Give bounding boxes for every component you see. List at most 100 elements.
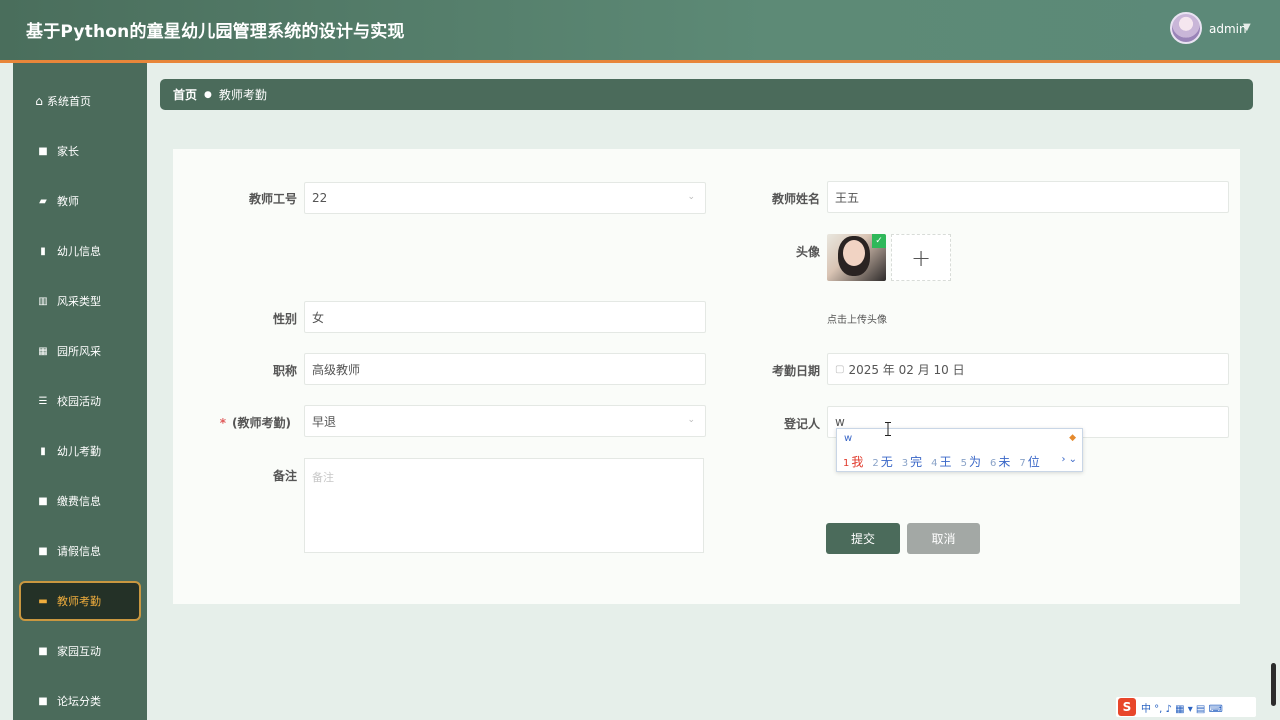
ime-candidate[interactable]: 7位 bbox=[1019, 453, 1039, 470]
ime-candidate-text: 无 bbox=[880, 455, 893, 469]
ime-candidate-text: 位 bbox=[1027, 455, 1040, 469]
sidebar-item[interactable]: ▥ 风采类型 bbox=[13, 281, 147, 321]
sidebar-item[interactable]: ▮ 幼儿信息 bbox=[13, 231, 147, 271]
sidebar-item[interactable]: ⌂ 系统首页 bbox=[13, 81, 147, 121]
attendance-label-text: (教师考勤) bbox=[232, 416, 291, 430]
calendar-icon: ▢ bbox=[835, 363, 845, 375]
remark-textarea[interactable]: 备注 bbox=[304, 458, 704, 553]
gender-label: 性别 bbox=[272, 312, 297, 326]
table-icon: ▦ bbox=[38, 345, 48, 357]
remark-label: 备注 bbox=[272, 469, 297, 483]
avatar-label: 头像 bbox=[795, 245, 820, 259]
sidebar-item-label: 校园活动 bbox=[57, 395, 101, 408]
sidebar-item[interactable]: ▦ 园所风采 bbox=[13, 331, 147, 371]
title-value: 高级教师 bbox=[312, 362, 361, 377]
sidebar-item[interactable]: ■ 论坛分类 bbox=[13, 681, 147, 720]
ime-candidate-number: 2 bbox=[872, 458, 879, 469]
sogou-logo-icon[interactable]: S bbox=[1118, 698, 1136, 716]
sidebar-item-label: 请假信息 bbox=[57, 545, 101, 558]
sidebar-item[interactable]: ☰ 校园活动 bbox=[13, 381, 147, 421]
sidebar-item-label: 园所风采 bbox=[57, 345, 101, 358]
cup-icon: ▬ bbox=[38, 595, 48, 607]
attendance-label: * (教师考勤) bbox=[210, 414, 291, 431]
sidebar-item-label: 系统首页 bbox=[47, 95, 91, 108]
ime-candidate-number: 6 bbox=[989, 458, 997, 469]
breadcrumb-current: 教师考勤 bbox=[218, 88, 267, 102]
caret-down-icon[interactable]: ▼ bbox=[1243, 22, 1251, 33]
registrar-label: 登记人 bbox=[783, 417, 820, 431]
attendance-select[interactable]: 早退 ⌄ bbox=[304, 405, 706, 437]
ime-logo-icon: ◆ bbox=[1069, 433, 1076, 443]
sidebar-item-label: 论坛分类 bbox=[57, 695, 101, 708]
teacher-name-value: 王五 bbox=[835, 190, 860, 205]
ime-toolbar-icons[interactable]: 中 °, ♪ ▦ ▾ ▤ ⌨ bbox=[1141, 700, 1223, 715]
date-value: 2025 年 02 月 10 日 bbox=[848, 362, 965, 377]
list-icon: ☰ bbox=[38, 395, 48, 407]
header-accent-line bbox=[0, 60, 1280, 63]
bar-chart-icon: ▥ bbox=[38, 295, 48, 307]
sidebar-item-label: 家园互动 bbox=[57, 645, 101, 658]
sidebar-item-label: 幼儿信息 bbox=[57, 245, 101, 258]
sidebar-item[interactable]: ■ 缴费信息 bbox=[13, 481, 147, 521]
gender-field[interactable]: 女 bbox=[304, 301, 706, 333]
ime-toolbar[interactable]: S 中 °, ♪ ▦ ▾ ▤ ⌨ bbox=[1116, 697, 1256, 717]
app-title: 基于Python的童星幼儿园管理系统的设计与实现 bbox=[26, 22, 405, 42]
breadcrumb-home[interactable]: 首页 bbox=[173, 86, 197, 103]
avatar-thumbnail[interactable]: ✓ bbox=[827, 234, 886, 281]
clipboard-icon: ▮ bbox=[40, 245, 46, 257]
ime-candidate[interactable]: 1我 bbox=[843, 453, 863, 470]
grid-icon: ■ bbox=[38, 495, 48, 507]
upload-button[interactable]: + bbox=[891, 234, 951, 281]
grid-icon: ■ bbox=[38, 545, 48, 557]
cancel-button[interactable]: 取消 bbox=[907, 523, 980, 554]
ime-candidate-number: 1 bbox=[843, 458, 850, 469]
sidebar-item-label: 幼儿考勤 bbox=[57, 445, 101, 458]
teacher-id-select[interactable]: 22 ⌄ bbox=[304, 182, 706, 214]
sidebar-item[interactable]: ■ 家园互动 bbox=[13, 631, 147, 671]
title-field[interactable]: 高级教师 bbox=[304, 353, 706, 385]
ime-candidate-number: 3 bbox=[901, 458, 909, 469]
sidebar-item[interactable]: ▬ 教师考勤 bbox=[19, 581, 141, 621]
registrar-value: w bbox=[835, 415, 845, 429]
sidebar-item-label: 缴费信息 bbox=[57, 495, 101, 508]
sidebar-item[interactable]: ■ 家长 bbox=[13, 131, 147, 171]
text-cursor-icon bbox=[885, 422, 891, 436]
ime-candidate[interactable]: 3完 bbox=[902, 453, 922, 470]
gender-value: 女 bbox=[312, 310, 325, 325]
book-icon: ▮ bbox=[40, 445, 46, 457]
sidebar-item[interactable]: ▰ 教师 bbox=[13, 181, 147, 221]
sidebar-item[interactable]: ■ 请假信息 bbox=[13, 531, 147, 571]
ime-candidate[interactable]: 5为 bbox=[961, 453, 981, 470]
sidebar-item-label: 教师 bbox=[57, 195, 79, 208]
ime-typed-text: w bbox=[844, 433, 853, 444]
date-label: 考勤日期 bbox=[771, 364, 820, 378]
submit-button[interactable]: 提交 bbox=[826, 523, 900, 554]
ime-candidate-text: 为 bbox=[968, 455, 981, 469]
upload-hint: 点击上传头像 bbox=[827, 315, 887, 326]
sidebar-item[interactable]: ▮ 幼儿考勤 bbox=[13, 431, 147, 471]
ime-candidate-text: 我 bbox=[851, 455, 864, 469]
teacher-name-field[interactable]: 王五 bbox=[827, 181, 1229, 213]
ime-candidate[interactable]: 6未 bbox=[990, 453, 1010, 470]
ime-candidate-text: 未 bbox=[998, 455, 1011, 469]
scrollbar-thumb[interactable] bbox=[1271, 663, 1276, 706]
user-avatar[interactable] bbox=[1170, 12, 1202, 44]
ime-candidate-number: 7 bbox=[1019, 458, 1026, 469]
sidebar-item-label: 教师考勤 bbox=[57, 595, 101, 608]
ime-candidate[interactable]: 2无 bbox=[872, 453, 892, 470]
ime-candidate-text: 完 bbox=[910, 455, 923, 469]
sidebar-item-label: 家长 bbox=[57, 145, 79, 158]
breadcrumb-separator-icon: ● bbox=[204, 89, 212, 100]
ime-candidate-number: 5 bbox=[960, 458, 967, 469]
ime-candidate[interactable]: 4王 bbox=[931, 453, 951, 470]
home-icon: ⌂ bbox=[35, 94, 43, 108]
ime-next-page-icon[interactable]: › ⌄ bbox=[1061, 454, 1077, 465]
grid-icon: ■ bbox=[38, 145, 48, 157]
grid-icon: ■ bbox=[38, 695, 48, 707]
thumbs-up-icon: ▰ bbox=[39, 195, 47, 207]
attendance-value: 早退 bbox=[312, 414, 337, 429]
teacher-name-label: 教师姓名 bbox=[771, 192, 820, 206]
user-name[interactable]: admin bbox=[1209, 22, 1247, 36]
chevron-down-icon: ⌄ bbox=[687, 415, 695, 425]
date-field[interactable]: ▢ 2025 年 02 月 10 日 bbox=[827, 353, 1229, 385]
